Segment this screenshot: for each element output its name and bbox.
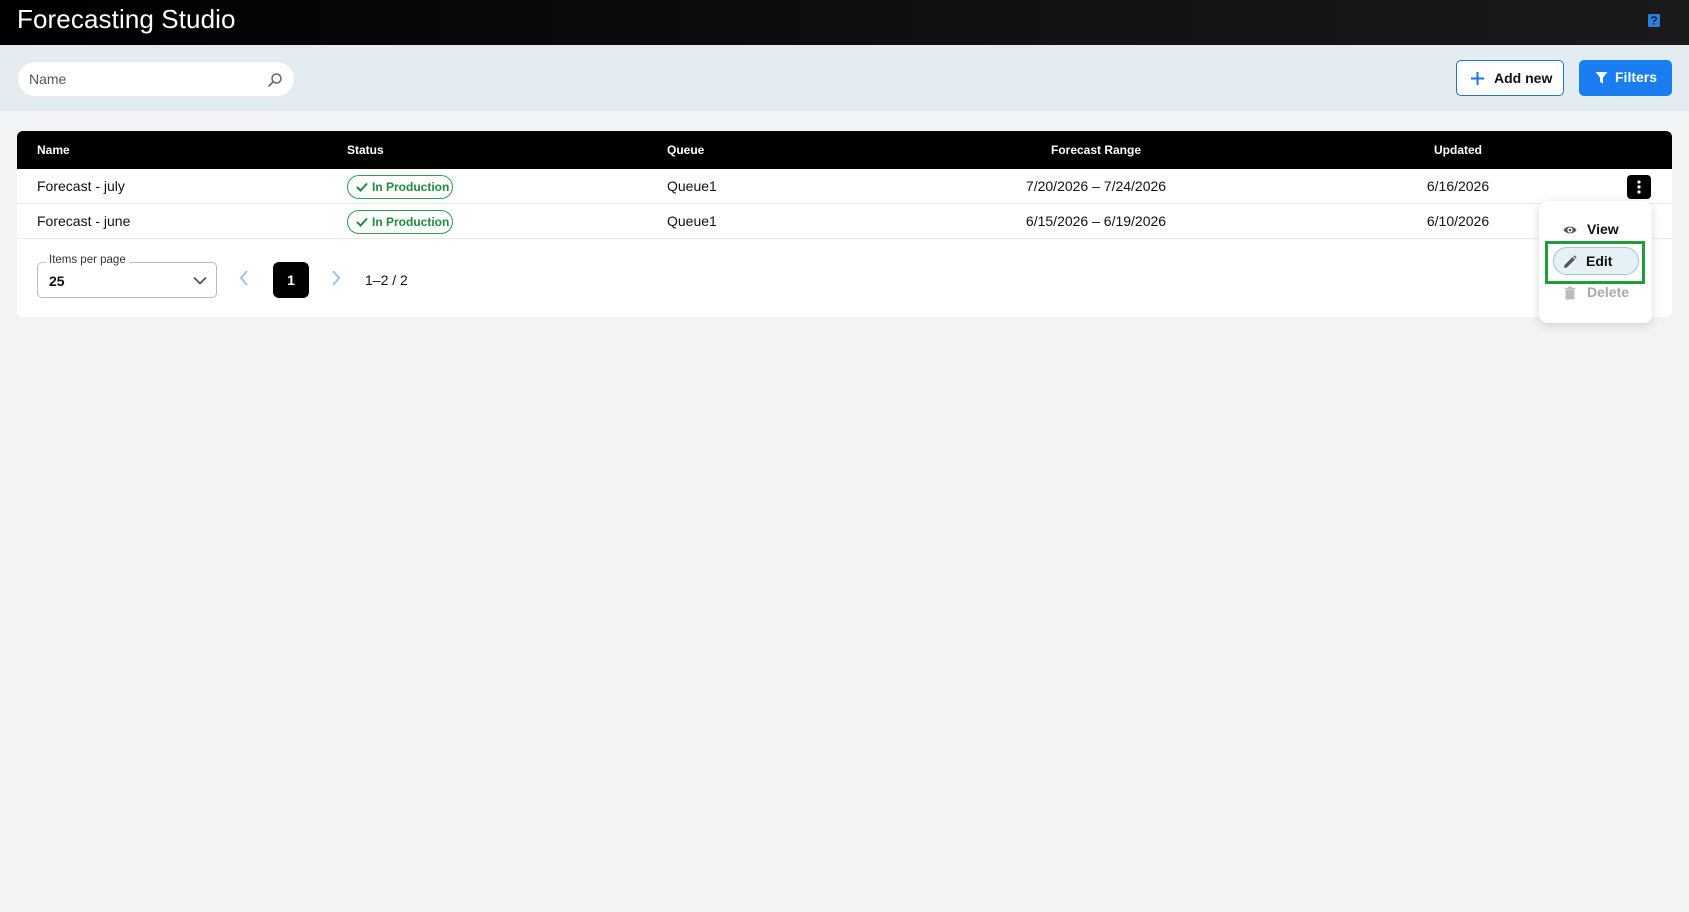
pagination: Items per page 25 1 1–2 / 2: [17, 241, 1672, 317]
check-icon: [356, 217, 368, 227]
add-new-label: Add new: [1494, 70, 1553, 86]
search-icon[interactable]: [267, 72, 283, 88]
column-header-updated[interactable]: Updated: [1434, 143, 1482, 157]
menu-item-view[interactable]: View: [1553, 215, 1639, 243]
row-updated: 6/10/2026: [1426, 213, 1490, 229]
table-row[interactable]: Forecast - july In Production Queue1 7/2…: [17, 169, 1672, 204]
column-header-status[interactable]: Status: [347, 143, 384, 157]
pencil-icon: [1564, 255, 1577, 268]
row-name: Forecast - june: [37, 213, 131, 229]
trash-icon: [1564, 286, 1576, 300]
row-actions-menu: View Edit Delete: [1539, 201, 1652, 323]
table-header: Name Status Queue Forecast Range Updated: [17, 131, 1672, 169]
items-per-page-label: Items per page: [46, 254, 129, 266]
row-forecast-range: 6/15/2026 – 6/19/2026: [1025, 213, 1167, 229]
status-text: In Production: [372, 215, 450, 229]
menu-item-edit-label: Edit: [1586, 253, 1613, 269]
table-row[interactable]: Forecast - june In Production Queue1 6/1…: [17, 204, 1672, 239]
column-header-queue[interactable]: Queue: [667, 143, 704, 157]
row-queue: Queue1: [667, 178, 717, 194]
pagination-range: 1–2 / 2: [365, 272, 408, 288]
column-header-forecast-range[interactable]: Forecast Range: [1051, 143, 1141, 157]
previous-page-icon[interactable]: [238, 269, 250, 287]
search-box: [17, 61, 295, 97]
filters-button[interactable]: Filters: [1579, 60, 1672, 96]
eye-icon: [1563, 226, 1577, 234]
add-new-button[interactable]: Add new: [1456, 60, 1564, 96]
menu-item-delete-label: Delete: [1587, 284, 1630, 300]
row-actions-button[interactable]: [1627, 175, 1651, 199]
forecast-table: Name Status Queue Forecast Range Updated…: [17, 131, 1672, 317]
status-text: In Production: [372, 180, 450, 194]
next-page-icon[interactable]: [330, 269, 342, 287]
menu-item-delete[interactable]: Delete: [1553, 278, 1639, 306]
plus-icon: [1471, 72, 1484, 85]
row-updated: 6/16/2026: [1426, 178, 1490, 194]
chevron-down-icon: [193, 276, 207, 285]
status-badge: In Production: [347, 210, 453, 234]
help-icon[interactable]: [1648, 14, 1660, 27]
row-forecast-range: 7/20/2026 – 7/24/2026: [1025, 178, 1167, 194]
check-icon: [356, 182, 368, 192]
items-per-page-value: 25: [49, 273, 65, 289]
menu-item-view-label: View: [1587, 221, 1619, 237]
row-name: Forecast - july: [37, 178, 125, 194]
row-queue: Queue1: [667, 213, 717, 229]
app-title: Forecasting Studio: [17, 4, 236, 34]
filters-label: Filters: [1615, 69, 1658, 85]
filter-icon: [1595, 72, 1608, 84]
menu-item-edit[interactable]: Edit: [1553, 247, 1639, 275]
column-header-name[interactable]: Name: [37, 143, 70, 157]
more-vertical-icon: [1637, 180, 1641, 194]
search-input[interactable]: [29, 62, 269, 96]
page-number-button[interactable]: 1: [273, 262, 309, 298]
status-badge: In Production: [347, 175, 453, 199]
toolbar: Add new Filters: [0, 45, 1689, 111]
top-bar: Forecasting Studio: [0, 0, 1689, 45]
items-per-page-select[interactable]: Items per page 25: [37, 254, 217, 298]
